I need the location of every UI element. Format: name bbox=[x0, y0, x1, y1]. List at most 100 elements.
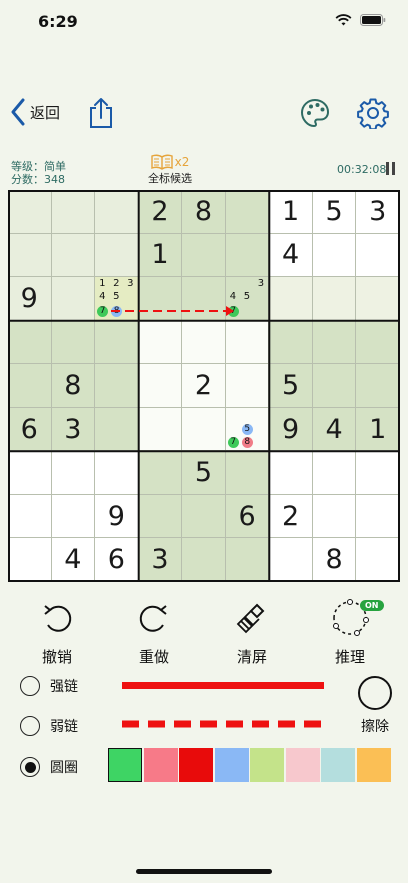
color-swatch[interactable] bbox=[143, 748, 178, 782]
radio-circle[interactable] bbox=[20, 757, 40, 777]
grid-cell-r2c6[interactable] bbox=[225, 233, 270, 278]
grid-cell-r7c1[interactable] bbox=[8, 451, 52, 495]
grid-cell-r5c3[interactable] bbox=[95, 364, 139, 408]
grid-cell-r3c4[interactable] bbox=[138, 277, 183, 321]
grid-cell-r7c8[interactable] bbox=[312, 451, 357, 495]
gear-icon[interactable] bbox=[357, 97, 389, 129]
grid-cell-r1c7[interactable]: 1 bbox=[269, 190, 313, 234]
grid-cell-r6c2[interactable]: 3 bbox=[51, 407, 96, 452]
grid-cell-r7c7[interactable] bbox=[269, 451, 313, 495]
grid-cell-r9c5[interactable] bbox=[182, 538, 226, 582]
color-swatch[interactable] bbox=[356, 748, 391, 782]
grid-cell-r4c4[interactable] bbox=[138, 320, 183, 365]
grid-cell-r7c5[interactable]: 5 bbox=[182, 451, 226, 495]
grid-cell-r1c9[interactable]: 3 bbox=[356, 190, 400, 234]
grid-cell-r2c3[interactable] bbox=[95, 233, 139, 278]
color-swatch[interactable] bbox=[108, 748, 142, 782]
grid-cell-r3c5[interactable] bbox=[182, 277, 226, 321]
grid-cell-r1c1[interactable] bbox=[8, 190, 52, 234]
grid-cell-r3c6[interactable]: 3 457 bbox=[225, 277, 270, 321]
grid-cell-r9c7[interactable] bbox=[269, 538, 313, 582]
grid-cell-r4c8[interactable] bbox=[312, 320, 357, 365]
grid-cell-r1c8[interactable]: 5 bbox=[312, 190, 357, 234]
grid-cell-r5c7[interactable]: 5 bbox=[269, 364, 313, 408]
color-swatch[interactable] bbox=[285, 748, 320, 782]
grid-cell-r6c5[interactable] bbox=[182, 407, 226, 452]
undo-button[interactable]: 撤销 bbox=[17, 598, 97, 667]
grid-cell-r9c6[interactable] bbox=[225, 538, 270, 582]
grid-cell-r3c9[interactable] bbox=[356, 277, 400, 321]
grid-cell-r5c4[interactable] bbox=[138, 364, 183, 408]
grid-cell-r9c2[interactable]: 4 bbox=[51, 538, 96, 582]
color-swatch[interactable] bbox=[179, 748, 213, 782]
color-swatch[interactable] bbox=[214, 748, 249, 782]
grid-cell-r2c4[interactable]: 1 bbox=[138, 233, 183, 278]
grid-cell-r8c4[interactable] bbox=[138, 494, 183, 539]
clear-button[interactable]: 清屏 bbox=[212, 598, 292, 667]
grid-cell-r8c6[interactable]: 6 bbox=[225, 494, 270, 539]
grid-cell-r3c1[interactable]: 9 bbox=[8, 277, 52, 321]
grid-cell-r5c5[interactable]: 2 bbox=[182, 364, 226, 408]
grid-cell-r7c4[interactable] bbox=[138, 451, 183, 495]
radio-weak-link[interactable] bbox=[20, 716, 40, 736]
grid-cell-r6c8[interactable]: 4 bbox=[312, 407, 357, 452]
grid-cell-r5c9[interactable] bbox=[356, 364, 400, 408]
grid-cell-r7c2[interactable] bbox=[51, 451, 96, 495]
grid-cell-r2c5[interactable] bbox=[182, 233, 226, 278]
hint-button[interactable]: x2 全标候选 bbox=[140, 154, 200, 186]
color-swatch[interactable] bbox=[321, 748, 355, 782]
grid-cell-r4c3[interactable] bbox=[95, 320, 139, 365]
mode-circle[interactable]: 圆圈 bbox=[20, 757, 78, 777]
grid-cell-r6c6[interactable]: 578 bbox=[225, 407, 270, 452]
mode-weak-link[interactable]: 弱链 bbox=[20, 716, 78, 736]
grid-cell-r8c3[interactable]: 9 bbox=[95, 494, 139, 539]
grid-cell-r7c6[interactable] bbox=[225, 451, 270, 495]
grid-cell-r8c7[interactable]: 2 bbox=[269, 494, 313, 539]
grid-cell-r4c9[interactable] bbox=[356, 320, 400, 365]
grid-cell-r5c8[interactable] bbox=[312, 364, 357, 408]
grid-cell-r5c2[interactable]: 8 bbox=[51, 364, 96, 408]
pause-icon[interactable] bbox=[386, 162, 396, 175]
grid-cell-r4c7[interactable] bbox=[269, 320, 313, 365]
grid-cell-r1c5[interactable]: 8 bbox=[182, 190, 226, 234]
inference-on-badge[interactable]: ON bbox=[360, 600, 384, 611]
grid-cell-r2c9[interactable] bbox=[356, 233, 400, 278]
grid-cell-r4c5[interactable] bbox=[182, 320, 226, 365]
grid-cell-r8c1[interactable] bbox=[8, 494, 52, 539]
color-swatch[interactable] bbox=[250, 748, 284, 782]
grid-cell-r1c3[interactable] bbox=[95, 190, 139, 234]
grid-cell-r2c2[interactable] bbox=[51, 233, 96, 278]
grid-cell-r3c8[interactable] bbox=[312, 277, 357, 321]
grid-cell-r3c7[interactable] bbox=[269, 277, 313, 321]
grid-cell-r9c4[interactable]: 3 bbox=[138, 538, 183, 582]
grid-cell-r9c1[interactable] bbox=[8, 538, 52, 582]
grid-cell-r6c9[interactable]: 1 bbox=[356, 407, 400, 452]
grid-cell-r1c6[interactable] bbox=[225, 190, 270, 234]
radio-strong-link[interactable] bbox=[20, 676, 40, 696]
grid-cell-r8c8[interactable] bbox=[312, 494, 357, 539]
grid-cell-r6c1[interactable]: 6 bbox=[8, 407, 52, 452]
grid-cell-r2c8[interactable] bbox=[312, 233, 357, 278]
grid-cell-r2c1[interactable] bbox=[8, 233, 52, 278]
back-button[interactable]: 返回 bbox=[10, 98, 60, 126]
grid-cell-r1c2[interactable] bbox=[51, 190, 96, 234]
weak-link-sample[interactable] bbox=[122, 719, 324, 729]
share-icon[interactable] bbox=[86, 97, 116, 129]
grid-cell-r2c7[interactable]: 4 bbox=[269, 233, 313, 278]
grid-cell-r6c7[interactable]: 9 bbox=[269, 407, 313, 452]
grid-cell-r6c3[interactable] bbox=[95, 407, 139, 452]
grid-cell-r4c6[interactable] bbox=[225, 320, 270, 365]
strong-link-sample[interactable] bbox=[122, 682, 324, 689]
grid-cell-r6c4[interactable] bbox=[138, 407, 183, 452]
grid-cell-r4c2[interactable] bbox=[51, 320, 96, 365]
grid-cell-r5c1[interactable] bbox=[8, 364, 52, 408]
grid-cell-r3c3[interactable]: 123 4578 bbox=[95, 277, 139, 321]
grid-cell-r4c1[interactable] bbox=[8, 320, 52, 365]
redo-button[interactable]: 重做 bbox=[114, 598, 194, 667]
grid-cell-r9c9[interactable] bbox=[356, 538, 400, 582]
grid-cell-r8c2[interactable] bbox=[51, 494, 96, 539]
grid-cell-r5c6[interactable] bbox=[225, 364, 270, 408]
mode-strong-link[interactable]: 强链 bbox=[20, 676, 78, 696]
grid-cell-r9c3[interactable]: 6 bbox=[95, 538, 139, 582]
grid-cell-r8c9[interactable] bbox=[356, 494, 400, 539]
